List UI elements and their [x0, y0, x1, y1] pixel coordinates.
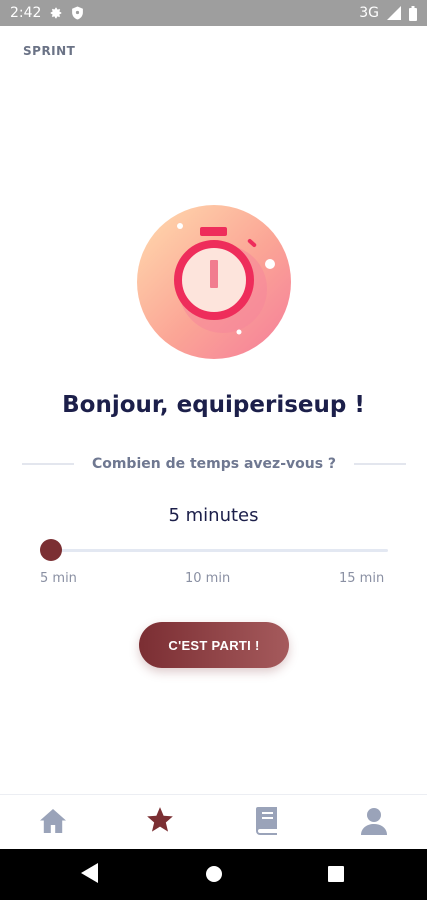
- slider-mid-label: 10 min: [185, 571, 231, 586]
- slider-labels: 5 min 10 min 15 min: [0, 571, 427, 589]
- recents-icon[interactable]: [328, 866, 344, 886]
- home-circle-icon[interactable]: [205, 865, 223, 887]
- status-time: 2:42: [10, 5, 42, 21]
- divider-right: [354, 463, 407, 465]
- bottom-nav: [0, 794, 427, 850]
- slider-thumb[interactable]: [40, 539, 62, 561]
- start-button[interactable]: C'EST PARTI !: [139, 622, 289, 668]
- question-text: Combien de temps avez-vous ?: [91, 456, 337, 472]
- home-icon: [39, 808, 67, 838]
- slider-max-label: 15 min: [339, 571, 385, 586]
- nav-library[interactable]: [237, 795, 297, 850]
- duration-slider[interactable]: [40, 537, 388, 563]
- divider-left: [22, 463, 74, 465]
- star-icon: [146, 807, 174, 838]
- system-nav-bar: [0, 849, 427, 900]
- slider-min-label: 5 min: [40, 571, 77, 586]
- section-label: SPRINT: [23, 44, 76, 58]
- book-icon: [255, 806, 279, 839]
- user-icon: [360, 807, 388, 839]
- duration-value: 5 minutes: [168, 505, 259, 526]
- slider-track[interactable]: [50, 549, 388, 552]
- status-bar-left: 2:42: [10, 5, 84, 21]
- back-icon[interactable]: [81, 863, 99, 887]
- question-row: Combien de temps avez-vous ?: [22, 452, 407, 476]
- shield-icon: [71, 6, 84, 20]
- greeting-title: Bonjour, equiperiseup !: [62, 392, 365, 418]
- nav-sprint[interactable]: [130, 795, 190, 850]
- status-bar-right: 3G: [359, 5, 417, 21]
- status-bar: 2:42 3G: [0, 0, 427, 26]
- stopwatch-icon: [137, 205, 291, 359]
- settings-icon: [49, 6, 63, 20]
- nav-home[interactable]: [23, 795, 83, 850]
- signal-icon: [387, 6, 401, 20]
- network-type: 3G: [359, 5, 379, 21]
- nav-profile[interactable]: [344, 795, 404, 850]
- battery-icon: [409, 5, 417, 21]
